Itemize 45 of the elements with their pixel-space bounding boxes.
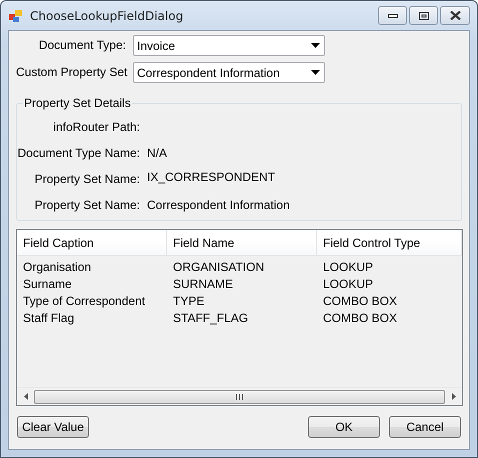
field-label: Custom Property Set — [16, 64, 126, 79]
group-title: Property Set Details — [23, 96, 132, 110]
table-cell-text: COMBO BOX — [322, 310, 398, 324]
detail-label: infoRouter Path: — [52, 120, 140, 136]
detail-value: IX_CORRESPONDENT — [147, 170, 276, 186]
detail-value: Correspondent Information — [147, 198, 291, 214]
column-header[interactable]: Field Control Type — [317, 230, 462, 255]
dropdown-field[interactable]: Invoice — [133, 35, 325, 56]
table-cell-text: LOOKUP — [322, 276, 374, 290]
table-cell-text: SURNAME — [172, 276, 234, 290]
dialog-button[interactable]: Cancel — [389, 416, 461, 438]
table-cell-text: LOOKUP — [322, 260, 374, 274]
detail-label: Document Type Name: — [17, 146, 140, 162]
table-cell-text: TYPE — [172, 294, 206, 308]
app-icon — [8, 8, 24, 24]
table-cell-text: COMBO BOX — [322, 294, 398, 308]
restore-icon — [418, 12, 428, 20]
column-header[interactable]: Field Name — [167, 230, 317, 255]
caret-icon — [311, 70, 320, 75]
minimize-icon — [388, 14, 398, 18]
caret-icon — [311, 43, 320, 48]
left-arrow-icon[interactable] — [24, 393, 28, 400]
field-label: Document Type: — [38, 37, 126, 52]
horizontal-scrollbar[interactable] — [17, 387, 462, 405]
scrollbar-thumb[interactable] — [34, 390, 445, 404]
window-title: ChooseLookupFieldDialog — [30, 8, 184, 22]
clear-value-button[interactable]: Clear Value — [17, 416, 89, 438]
grip-icon — [236, 394, 243, 400]
table-cell-text: Surname — [22, 276, 73, 290]
close-icon — [450, 11, 460, 20]
dropdown-field[interactable]: Correspondent Information — [133, 62, 325, 83]
dialog-button[interactable]: OK — [308, 416, 380, 438]
table-cell-text: Type of Correspondent — [22, 294, 146, 308]
table-cell-text: STAFF_FLAG — [172, 310, 250, 324]
table-cell-text: ORGANISATION — [172, 260, 266, 274]
detail-value: N/A — [147, 146, 168, 162]
minimize-button[interactable] — [378, 6, 407, 25]
detail-label: Property Set Name: — [34, 198, 140, 214]
detail-label: Property Set Name: — [34, 172, 140, 188]
column-header[interactable]: Field Caption — [17, 230, 167, 255]
close-button[interactable] — [440, 6, 470, 25]
table-cell-text: Staff Flag — [22, 310, 76, 324]
maximize-button[interactable] — [409, 6, 438, 25]
right-arrow-icon[interactable] — [452, 393, 456, 400]
table-cell-text: Organisation — [22, 260, 92, 274]
